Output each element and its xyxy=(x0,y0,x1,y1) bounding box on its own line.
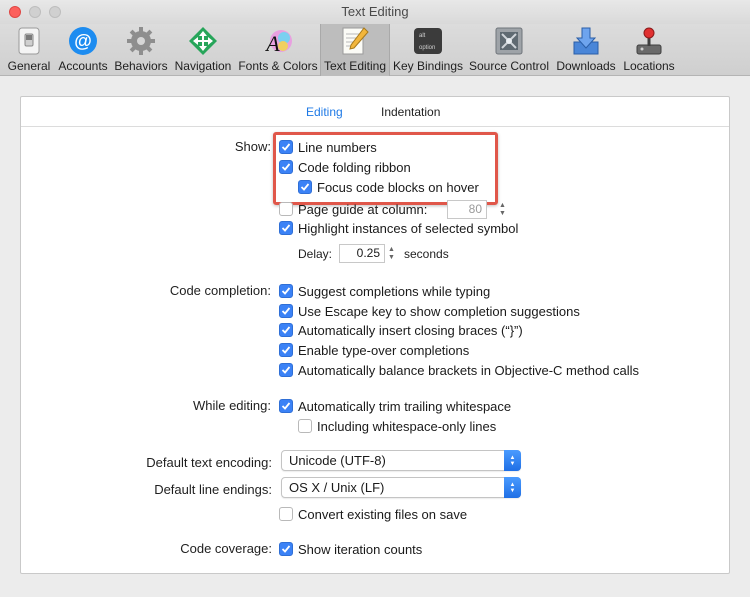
checkbox-checked[interactable] xyxy=(279,399,293,413)
checkbox-checked[interactable] xyxy=(279,304,293,318)
toolbar-label: Source Control xyxy=(468,59,550,73)
delay-unit-label: seconds xyxy=(404,247,449,261)
closing-braces-label: Automatically insert closing braces (“}”… xyxy=(298,322,523,338)
highlight-instances-label: Highlight instances of selected symbol xyxy=(298,220,519,236)
chevron-updown-icon: ▲ ▼ xyxy=(504,477,521,498)
trim-whitespace-checkbox[interactable]: Automatically trim trailing whitespace xyxy=(279,397,511,415)
text-encoding-value: Unicode (UTF-8) xyxy=(289,453,386,468)
svg-text:option: option xyxy=(419,45,435,51)
svg-text:A: A xyxy=(264,31,280,56)
line-endings-select[interactable]: OS X / Unix (LF) ▲ ▼ xyxy=(281,477,521,498)
escape-key-completion-checkbox[interactable]: Use Escape key to show completion sugges… xyxy=(279,302,580,320)
page-guide-checkbox[interactable]: Page guide at column: xyxy=(279,200,427,218)
toolbar-source-control[interactable]: Source Control xyxy=(466,24,552,76)
toolbar-downloads[interactable]: Downloads xyxy=(553,24,619,76)
closing-braces-checkbox[interactable]: Automatically insert closing braces (“}”… xyxy=(279,321,523,339)
line-endings-label: Default line endings: xyxy=(154,482,272,497)
show-iteration-counts-label: Show iteration counts xyxy=(298,541,423,557)
toolbar-label: Key Bindings xyxy=(392,59,464,73)
show-label: Show: xyxy=(234,139,271,154)
window-titlebar: Text Editing xyxy=(0,0,750,24)
text-encoding-label: Default text encoding: xyxy=(146,455,272,470)
toolbar-key-bindings[interactable]: alt option Key Bindings xyxy=(391,24,465,76)
code-coverage-label: Code coverage: xyxy=(180,541,272,556)
checkbox-checked[interactable] xyxy=(279,284,293,298)
checkbox-checked[interactable] xyxy=(279,343,293,357)
annotation-highlight-box xyxy=(273,132,498,205)
toolbar-fonts-colors[interactable]: A Fonts & Colors xyxy=(236,24,320,76)
joystick-icon xyxy=(633,26,665,56)
svg-text:alt: alt xyxy=(419,33,426,39)
toolbar-label: Navigation xyxy=(174,59,232,73)
at-sign-icon: @ xyxy=(67,26,99,56)
toolbar-accounts[interactable]: @ Accounts xyxy=(55,24,111,76)
tab-indentation[interactable]: Indentation xyxy=(381,105,440,119)
type-over-completions-label: Enable type-over completions xyxy=(298,342,470,358)
delay-stepper[interactable]: ▲ ▼ xyxy=(386,244,397,263)
trim-whitespace-label: Automatically trim trailing whitespace xyxy=(298,398,512,414)
while-editing-label: While editing: xyxy=(192,398,271,413)
gear-icon xyxy=(125,26,157,56)
toolbar-general[interactable]: General xyxy=(4,24,54,76)
escape-key-completion-label: Use Escape key to show completion sugges… xyxy=(298,303,580,319)
suggest-completions-label: Suggest completions while typing xyxy=(298,283,491,299)
whitespace-only-lines-checkbox[interactable]: Including whitespace-only lines xyxy=(298,417,496,435)
code-completion-label: Code completion: xyxy=(169,283,271,298)
text-encoding-select[interactable]: Unicode (UTF-8) ▲ ▼ xyxy=(281,450,521,471)
toolbar-label: Behaviors xyxy=(114,59,168,73)
font-color-icon: A xyxy=(262,26,294,56)
toolbar-text-editing[interactable]: Text Editing xyxy=(320,24,390,76)
toolbar-label: Text Editing xyxy=(323,59,387,73)
delay-label: Delay: xyxy=(298,247,333,261)
page-guide-stepper[interactable]: ▲ ▼ xyxy=(497,200,508,219)
toolbar-label: Accounts xyxy=(58,59,108,73)
suggest-completions-checkbox[interactable]: Suggest completions while typing xyxy=(279,282,490,300)
checkbox-unchecked[interactable] xyxy=(279,507,293,521)
option-key-icon: alt option xyxy=(412,26,444,56)
balance-brackets-label: Automatically balance brackets in Object… xyxy=(298,362,640,378)
checkbox-checked[interactable] xyxy=(279,542,293,556)
tab-editing[interactable]: Editing xyxy=(306,105,343,119)
toolbar-behaviors[interactable]: Behaviors xyxy=(112,24,170,76)
line-endings-value: OS X / Unix (LF) xyxy=(289,480,385,495)
delay-field[interactable]: 0.25 xyxy=(339,244,385,263)
general-switch-icon xyxy=(13,26,45,56)
balance-brackets-checkbox[interactable]: Automatically balance brackets in Object… xyxy=(279,361,639,379)
text-editing-pencil-icon xyxy=(339,26,371,56)
type-over-completions-checkbox[interactable]: Enable type-over completions xyxy=(279,341,469,359)
toolbar-label: General xyxy=(7,59,51,73)
downloads-icon xyxy=(570,26,602,56)
page-guide-column-field[interactable]: 80 xyxy=(447,200,487,219)
preferences-toolbar: General @ Accounts Behaviors Navigation … xyxy=(0,24,750,76)
tab-bar: Editing Indentation xyxy=(21,97,729,127)
whitespace-only-lines-label: Including whitespace-only lines xyxy=(317,418,497,434)
toolbar-label: Fonts & Colors xyxy=(238,59,318,73)
page-guide-label: Page guide at column: xyxy=(298,201,428,217)
toolbar-label: Downloads xyxy=(556,59,616,73)
toolbar-locations[interactable]: Locations xyxy=(620,24,678,76)
window-title: Text Editing xyxy=(341,4,409,19)
chevron-updown-icon: ▲ ▼ xyxy=(504,450,521,471)
checkbox-checked[interactable] xyxy=(279,363,293,377)
svg-text:@: @ xyxy=(74,31,92,51)
checkbox-checked[interactable] xyxy=(279,221,293,235)
toolbar-navigation[interactable]: Navigation xyxy=(171,24,235,76)
source-control-icon xyxy=(493,26,525,56)
checkbox-unchecked[interactable] xyxy=(298,419,312,433)
convert-files-checkbox[interactable]: Convert existing files on save xyxy=(279,505,467,523)
convert-files-label: Convert existing files on save xyxy=(298,506,468,522)
checkbox-unchecked[interactable] xyxy=(279,202,293,216)
navigation-arrows-icon xyxy=(187,26,219,56)
highlight-instances-checkbox[interactable]: Highlight instances of selected symbol xyxy=(279,219,518,237)
show-iteration-counts-checkbox[interactable]: Show iteration counts xyxy=(279,540,422,558)
checkbox-checked[interactable] xyxy=(279,323,293,337)
toolbar-label: Locations xyxy=(623,59,675,73)
